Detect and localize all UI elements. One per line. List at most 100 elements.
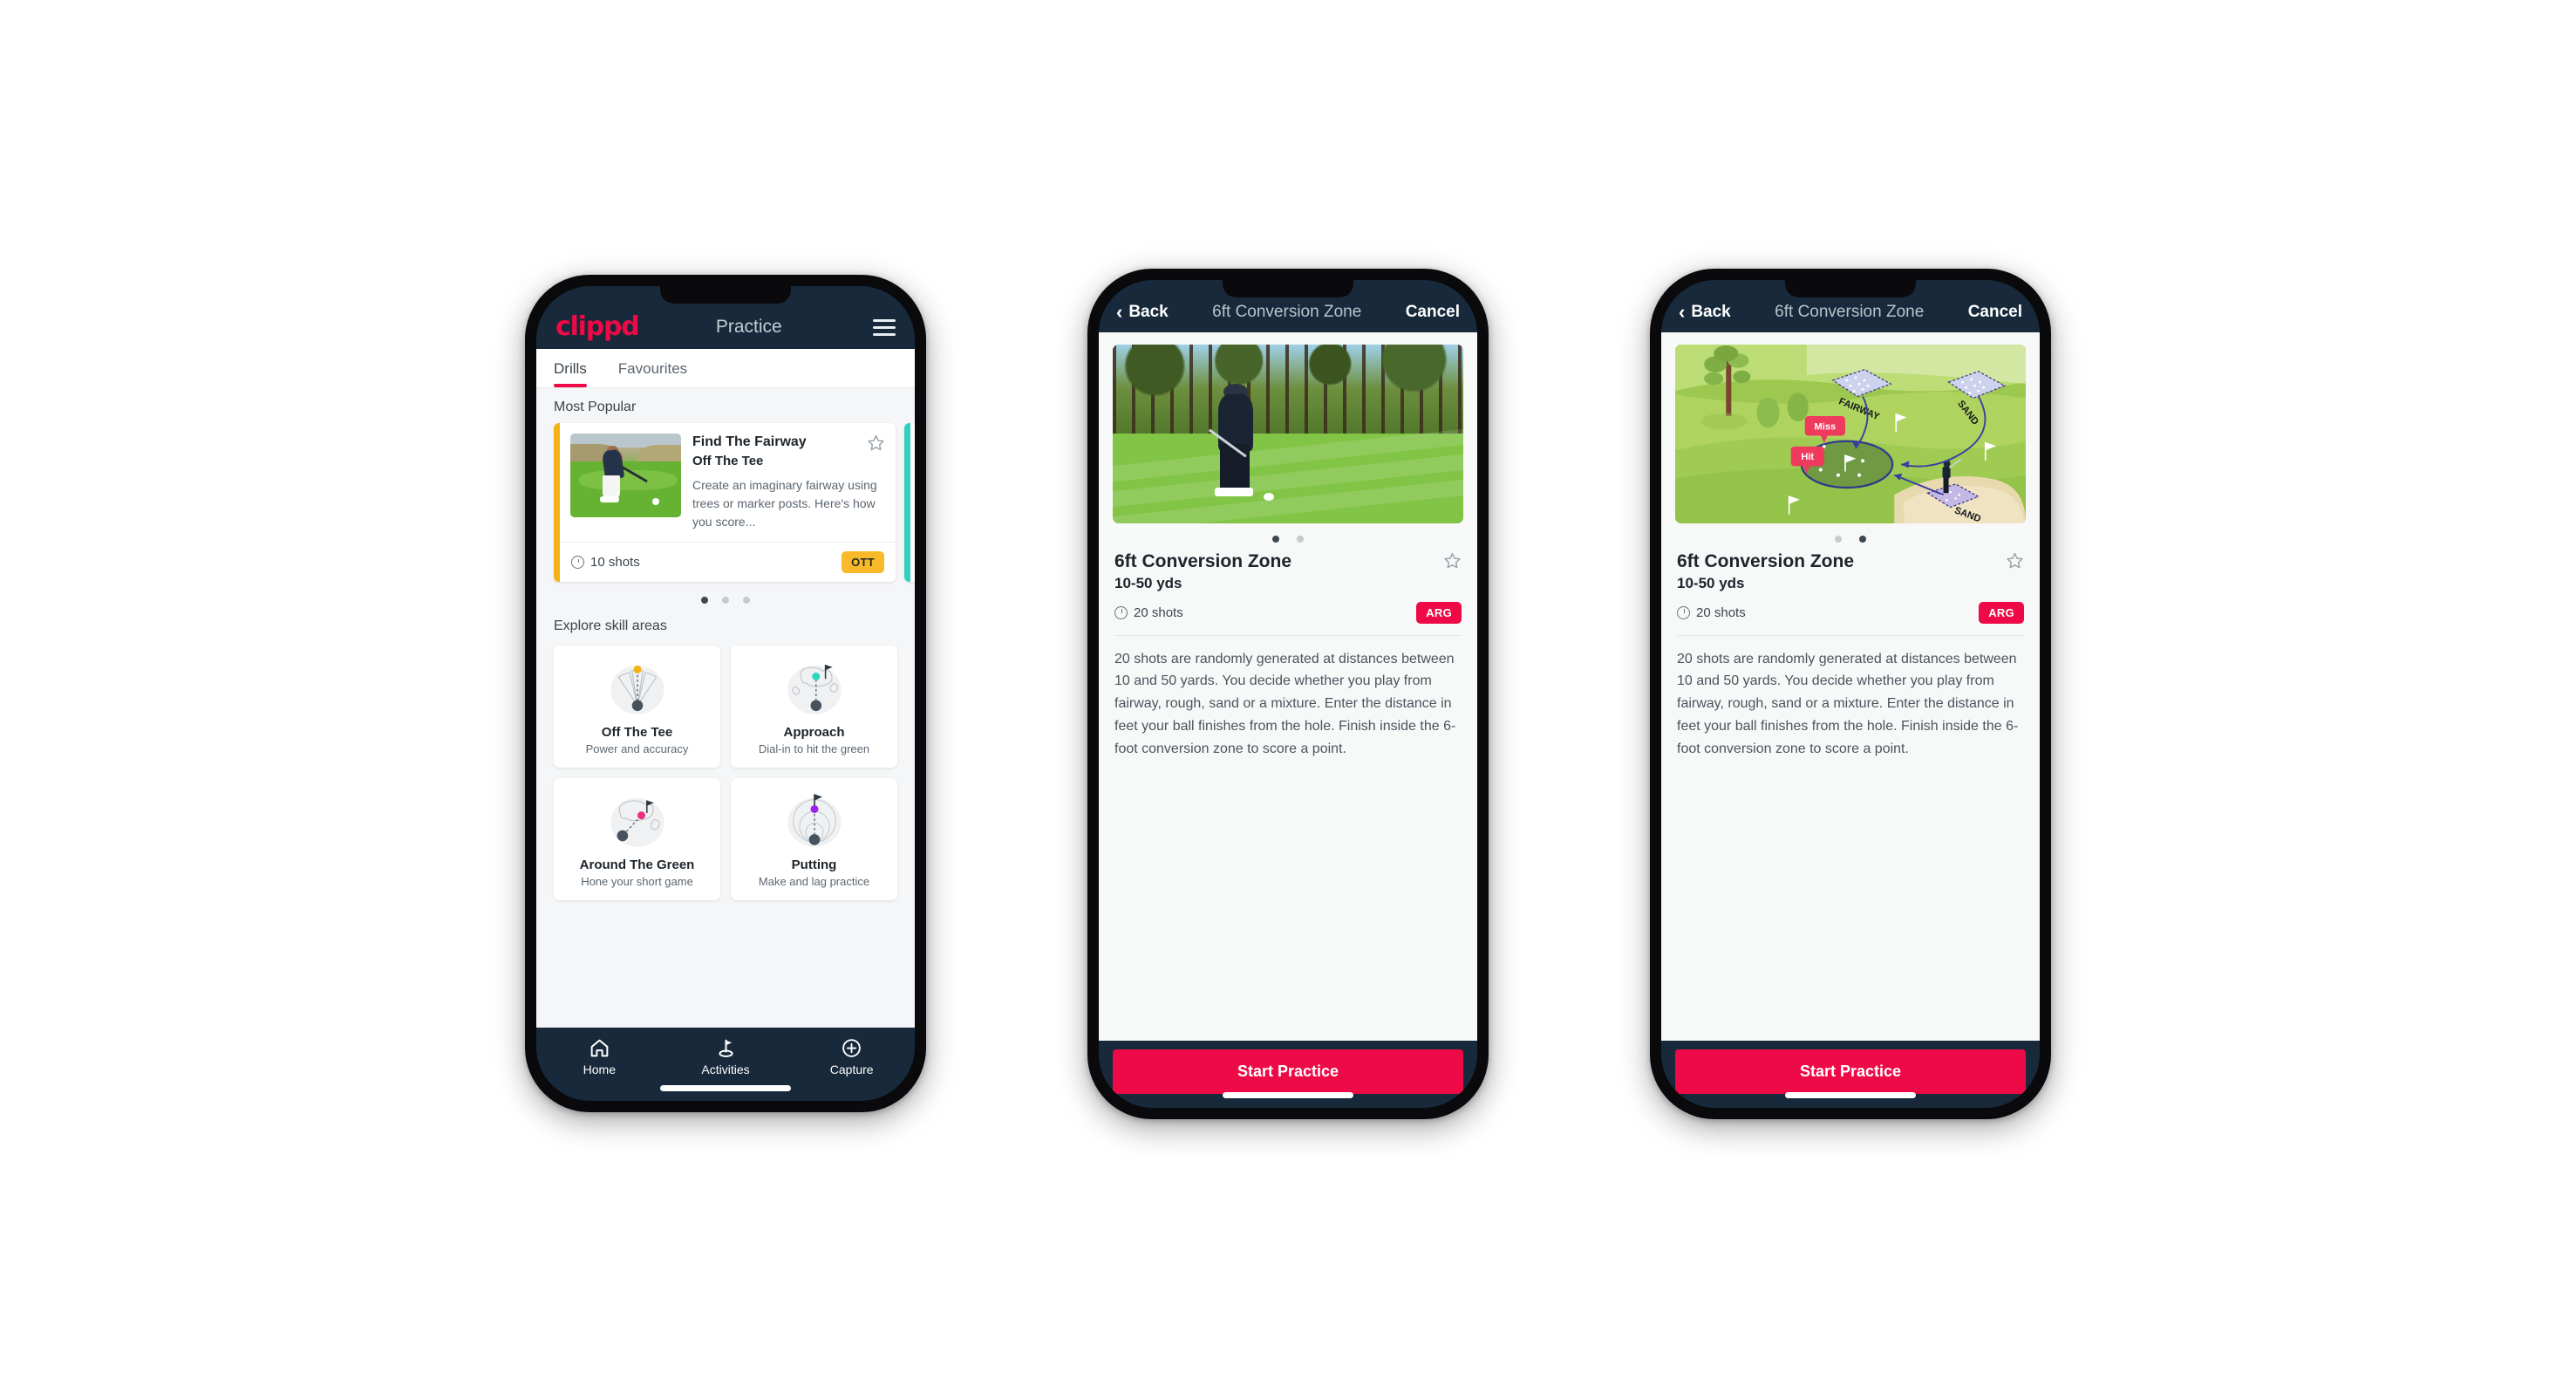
skill-desc: Hone your short game <box>581 875 693 888</box>
page-title: Practice <box>715 317 782 337</box>
tab-drills[interactable]: Drills <box>554 349 599 387</box>
skill-name: Putting <box>791 857 837 872</box>
skill-desc: Power and accuracy <box>585 742 689 755</box>
drill-video-thumbnail[interactable] <box>1113 344 1463 523</box>
drill-detail-header: 6ft Conversion Zone 10-50 yds 20 shots A… <box>1661 548 2040 624</box>
around-green-icon <box>597 789 678 852</box>
tee-fan-icon <box>597 657 678 720</box>
drill-card-next-peek[interactable] <box>904 423 915 582</box>
drill-shots-label: 10 shots <box>590 555 640 570</box>
phone-mockup-drill-detail-illustration: ‹ Back 6ft Conversion Zone Cancel FAIRWA… <box>1650 268 2051 1119</box>
home-indicator <box>1223 1091 1353 1098</box>
media-dot-2[interactable] <box>1859 535 1866 543</box>
svg-text:Hit: Hit <box>1801 452 1814 462</box>
carousel-dot-1[interactable] <box>701 597 708 604</box>
drill-course-illustration[interactable]: FAIRWAY SAND SAND Miss Hit <box>1675 344 2026 523</box>
drill-distance: 10-50 yds <box>1114 574 1182 591</box>
cancel-button[interactable]: Cancel <box>1968 303 2022 322</box>
drill-subtitle: Off The Tee <box>692 454 764 468</box>
skill-desc: Dial-in to hit the green <box>758 742 870 755</box>
back-button[interactable]: ‹ Back <box>1679 300 1731 323</box>
detail-page-title: 6ft Conversion Zone <box>1775 302 1925 321</box>
star-outline-icon[interactable] <box>2006 551 2024 570</box>
phone-notch <box>1785 279 1916 297</box>
carousel-dots <box>536 582 915 607</box>
status-badge-arg: ARG <box>1416 601 1462 624</box>
media-dot-1[interactable] <box>1272 535 1279 543</box>
drill-info: Find The Fairway Off The Tee Create an i… <box>692 434 885 531</box>
nav-label: Activities <box>701 1062 750 1076</box>
media-dot-2[interactable] <box>1297 535 1304 543</box>
drill-description: 20 shots are randomly generated at dista… <box>1114 651 1456 757</box>
skill-card-off-the-tee[interactable]: Off The Tee Power and accuracy <box>554 646 720 768</box>
phone-notch <box>1223 279 1353 297</box>
drill-thumbnail <box>570 434 681 517</box>
status-badge-arg: ARG <box>1979 601 2024 624</box>
back-label: Back <box>1691 302 1731 321</box>
hamburger-menu-icon[interactable] <box>873 318 896 336</box>
carousel-dot-2[interactable] <box>722 597 729 604</box>
skill-card-putting[interactable]: Putting Make and lag practice <box>731 778 897 900</box>
putting-rings-icon <box>774 789 855 852</box>
drill-card-find-the-fairway[interactable]: Find The Fairway Off The Tee Create an i… <box>554 423 896 582</box>
drill-detail-title: 6ft Conversion Zone <box>1114 550 1292 571</box>
star-outline-icon[interactable] <box>867 434 885 452</box>
phone-notch <box>660 286 791 304</box>
chevron-left-icon: ‹ <box>1116 300 1123 323</box>
phone-screen-1: clippd Practice Drills Favourites Most P… <box>536 286 915 1101</box>
tab-favourites[interactable]: Favourites <box>618 349 699 387</box>
media-dot-1[interactable] <box>1835 535 1842 543</box>
clock-icon <box>1114 605 1128 619</box>
approach-green-icon <box>774 657 855 720</box>
skill-desc: Make and lag practice <box>758 875 870 888</box>
skill-card-around-the-green[interactable]: Around The Green Hone your short game <box>554 778 720 900</box>
drill-carousel[interactable]: Find The Fairway Off The Tee Create an i… <box>536 423 915 582</box>
phone-mockup-drill-detail-video: ‹ Back 6ft Conversion Zone Cancel 6ft Co… <box>1087 268 1489 1119</box>
nav-item-home[interactable]: Home <box>536 1036 663 1076</box>
cancel-button[interactable]: Cancel <box>1406 303 1460 322</box>
drill-shots: 20 shots <box>1677 605 1746 620</box>
skill-name: Approach <box>783 725 845 740</box>
back-label: Back <box>1128 302 1169 321</box>
drill-title: Find The Fairway <box>692 434 807 449</box>
nav-label: Home <box>583 1062 617 1076</box>
media-carousel[interactable] <box>1099 332 1477 523</box>
drill-shots-label: 20 shots <box>1696 605 1746 620</box>
phone-mockup-practice-list: clippd Practice Drills Favourites Most P… <box>525 275 926 1112</box>
detail-page-title: 6ft Conversion Zone <box>1212 302 1362 321</box>
star-outline-icon[interactable] <box>1443 551 1462 570</box>
drill-shots: 20 shots <box>1114 605 1183 620</box>
media-dots <box>1099 523 1477 548</box>
home-indicator <box>1785 1091 1916 1098</box>
drill-description: 20 shots are randomly generated at dista… <box>1677 651 2019 757</box>
drill-shots: 10 shots <box>571 555 640 570</box>
tab-bar: Drills Favourites <box>536 349 915 388</box>
golf-flag-icon <box>663 1036 789 1059</box>
screenshot-stage: clippd Practice Drills Favourites Most P… <box>0 0 2576 1387</box>
drill-description: Create an imaginary fairway using trees … <box>692 478 877 529</box>
drill-distance: 10-50 yds <box>1677 574 1745 591</box>
start-practice-button[interactable]: Start Practice <box>1113 1049 1463 1094</box>
nav-item-activities[interactable]: Activities <box>663 1036 789 1076</box>
start-practice-button[interactable]: Start Practice <box>1675 1049 2026 1094</box>
home-indicator <box>660 1085 791 1091</box>
nav-label: Capture <box>829 1062 874 1076</box>
skill-name: Around The Green <box>579 857 695 872</box>
skill-card-approach[interactable]: Approach Dial-in to hit the green <box>731 646 897 768</box>
status-badge-ott: OTT <box>842 551 884 573</box>
nav-item-capture[interactable]: Capture <box>788 1036 915 1076</box>
media-carousel[interactable]: FAIRWAY SAND SAND Miss Hit <box>1661 332 2040 523</box>
carousel-dot-3[interactable] <box>743 597 750 604</box>
home-icon <box>536 1036 663 1059</box>
detail-content: 6ft Conversion Zone 10-50 yds 20 shots A… <box>1099 331 1477 1041</box>
chevron-left-icon: ‹ <box>1679 300 1686 323</box>
drill-card-top: Find The Fairway Off The Tee Create an i… <box>560 423 896 542</box>
phone-screen-2: ‹ Back 6ft Conversion Zone Cancel 6ft Co… <box>1099 279 1477 1108</box>
drill-card-footer: 10 shots OTT <box>560 542 896 582</box>
svg-text:Miss: Miss <box>1815 421 1837 432</box>
media-dots <box>1661 523 2040 548</box>
clock-icon <box>571 556 584 569</box>
back-button[interactable]: ‹ Back <box>1116 300 1169 323</box>
section-skill-areas-label: Explore skill areas <box>554 618 667 633</box>
clock-icon <box>1677 605 1690 619</box>
